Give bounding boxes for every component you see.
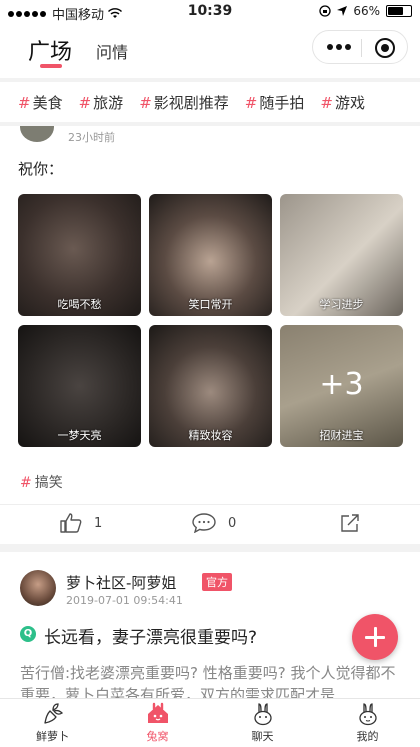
more-options-icon[interactable] <box>327 44 351 50</box>
image-caption: 精致妆容 <box>188 429 233 442</box>
grid-image[interactable]: 吃喝不愁 <box>18 194 141 316</box>
author-name[interactable]: 萝卜社区-阿萝姐 <box>66 572 176 593</box>
share-icon <box>341 514 359 532</box>
avatar[interactable] <box>20 126 54 142</box>
tab-label: 鲜萝卜 <box>36 730 69 743</box>
more-images-count: +3 <box>319 367 364 402</box>
thumbs-up-icon <box>60 513 82 533</box>
tab-label: 我的 <box>356 730 379 743</box>
grid-image[interactable]: 学习进步 <box>280 194 403 316</box>
category-label: 随手拍 <box>259 93 305 112</box>
feed-post: 23小时前 祝你： 吃喝不愁 笑口常开 学习进步 一梦天亮 精致妆容 +3 招财… <box>0 126 420 544</box>
battery-icon <box>386 5 412 17</box>
hash-icon: # <box>20 475 32 491</box>
post-tag-label: 搞笑 <box>34 475 63 491</box>
tab-chat[interactable]: 聊天 <box>210 699 315 747</box>
grid-image-more[interactable]: +3 招财进宝 <box>280 325 403 447</box>
comment-icon <box>192 513 216 533</box>
miniprogram-capsule <box>312 30 408 64</box>
category-snapshot[interactable]: # 随手拍 <box>245 92 305 113</box>
post-tag[interactable]: # 搞笑 <box>20 472 63 492</box>
radish-icon <box>43 703 63 724</box>
grid-image[interactable]: 一梦天亮 <box>18 325 141 447</box>
rabbit-house-icon <box>147 702 168 723</box>
like-button[interactable]: 1 <box>60 513 102 533</box>
tab-label: 聊天 <box>251 730 274 743</box>
hash-icon: # <box>320 93 333 112</box>
image-caption: 学习进步 <box>319 298 364 311</box>
capsule-divider <box>361 39 362 57</box>
category-label: 游戏 <box>334 93 365 112</box>
category-label: 影视剧推荐 <box>153 93 229 112</box>
image-caption: 一梦天亮 <box>57 429 102 442</box>
category-games[interactable]: # 游戏 <box>320 92 365 113</box>
hash-icon: # <box>18 93 31 112</box>
post-actions: 1 0 <box>0 504 420 544</box>
hash-icon: # <box>139 93 152 112</box>
author-avatar[interactable] <box>20 570 56 606</box>
close-miniprogram-icon[interactable] <box>375 38 395 58</box>
like-count: 1 <box>94 515 103 531</box>
question-icon: Q <box>20 626 36 642</box>
hash-icon: # <box>244 93 258 112</box>
category-movie-recommend[interactable]: # 影视剧推荐 <box>139 92 229 113</box>
category-food[interactable]: # 美食 <box>18 92 63 113</box>
create-post-button[interactable] <box>352 614 398 660</box>
hash-icon: # <box>78 93 92 112</box>
share-button[interactable] <box>340 513 360 533</box>
tab-label: 兔窝 <box>146 730 169 743</box>
bottom-tab-bar: 鲜萝卜 兔窝 聊天 我的 <box>0 698 420 747</box>
status-bar: 中国移动 10:39 66% <box>0 0 420 24</box>
tab-ask-love[interactable]: 问情 <box>96 39 128 63</box>
image-grid: 吃喝不愁 笑口常开 学习进步 一梦天亮 精致妆容 +3 招财进宝 <box>18 194 403 450</box>
comment-button[interactable]: 0 <box>192 513 236 533</box>
tab-rabbit-house[interactable]: 兔窝 <box>105 699 210 747</box>
post-preview[interactable]: 苦行僧:找老婆漂亮重要吗? 性格重要吗? 我个人觉得都不重要，萝卜白菜各有所爱，… <box>20 662 400 698</box>
tab-me[interactable]: 我的 <box>315 699 420 747</box>
official-badge: 官方 <box>202 573 232 591</box>
post-time: 23小时前 <box>68 131 115 144</box>
image-caption: 招财进宝 <box>319 429 364 442</box>
category-bar: # 美食 # 旅游 # 影视剧推荐 # 随手拍 # 游戏 <box>0 82 420 122</box>
tab-radish[interactable]: 鲜萝卜 <box>0 699 105 747</box>
grid-image[interactable]: 精致妆容 <box>149 325 272 447</box>
tab-square[interactable]: 广场 <box>28 34 72 66</box>
location-arrow-icon <box>337 6 348 16</box>
comment-count: 0 <box>228 515 237 531</box>
grid-image[interactable]: 笑口常开 <box>149 194 272 316</box>
post-text: 祝你： <box>18 160 64 178</box>
orientation-lock-icon <box>319 5 331 17</box>
question-title[interactable]: 长远看，妻子漂亮很重要吗? <box>44 623 257 648</box>
image-caption: 笑口常开 <box>188 298 233 311</box>
top-nav: 广场 问情 <box>0 24 420 78</box>
battery-percent: 66% <box>353 4 380 18</box>
category-label: 旅游 <box>93 93 124 112</box>
image-caption: 吃喝不愁 <box>57 298 102 311</box>
rabbit-profile-icon <box>358 703 377 726</box>
post-time: 2019-07-01 09:54:41 <box>66 594 183 607</box>
active-tab-indicator <box>40 64 62 68</box>
category-label: 美食 <box>32 93 63 112</box>
rabbit-chat-icon <box>253 703 272 726</box>
category-travel[interactable]: # 旅游 <box>79 92 124 113</box>
